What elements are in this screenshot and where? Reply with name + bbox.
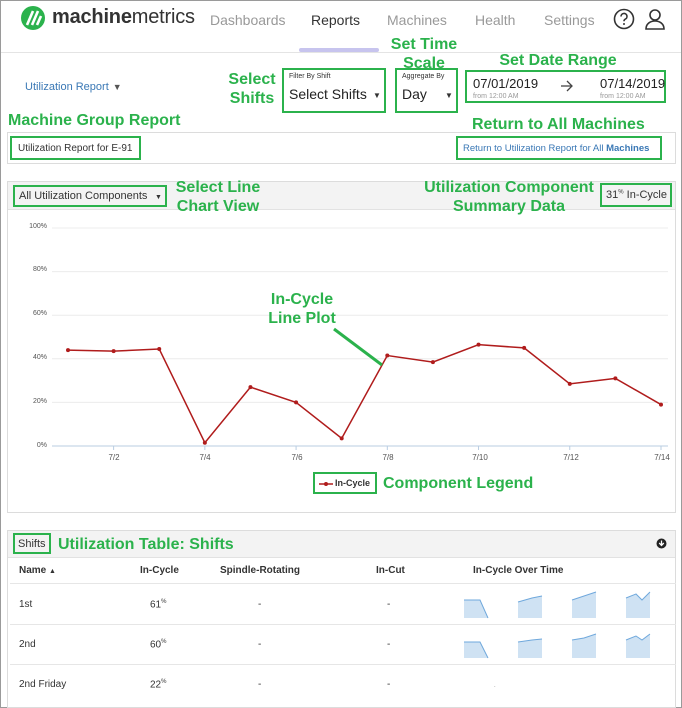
percent-sign: % [161, 599, 167, 605]
row-spindle: - [258, 679, 262, 690]
data-point[interactable] [294, 400, 299, 405]
row-spindle: - [258, 599, 262, 610]
column-header-in-cut[interactable]: In-Cut [376, 565, 405, 576]
table-divider [10, 624, 676, 625]
data-point[interactable] [248, 385, 253, 390]
in-cycle-value: 60 [150, 639, 162, 651]
download-icon[interactable] [656, 538, 667, 549]
row-in-cut: - [387, 599, 391, 610]
name-header-label: Name [19, 565, 47, 576]
sort-ascending-icon: ▲ [49, 568, 56, 575]
row-in-cycle: 61% [150, 599, 166, 610]
column-header-in-cycle[interactable]: In-Cycle [140, 565, 179, 576]
data-point[interactable] [567, 381, 572, 386]
column-header-name[interactable]: Name ▲ [19, 565, 56, 576]
callout-pointer [333, 327, 383, 367]
sparkline-chart: . [494, 683, 496, 689]
shifts-button-label: Shifts [18, 538, 46, 550]
data-point[interactable] [613, 376, 618, 381]
data-point[interactable] [157, 346, 162, 351]
in-cycle-value: 22 [150, 679, 162, 691]
callout-component-legend: Component Legend [383, 475, 534, 492]
data-point[interactable] [522, 345, 527, 350]
callout-in-cycle-plot: In-Cycle Line Plot [262, 290, 342, 328]
percent-sign: % [161, 639, 167, 645]
data-point[interactable] [202, 440, 207, 445]
row-in-cut: - [387, 679, 391, 690]
callout-plot-line1: In-Cycle [270, 291, 334, 308]
sparkline-chart [464, 633, 651, 659]
in-cycle-value: 61 [150, 599, 162, 611]
percent-sign: % [161, 679, 167, 685]
data-point[interactable] [430, 360, 435, 365]
row-spindle: - [258, 639, 262, 650]
callout-utilization-table: Utilization Table: Shifts [58, 536, 234, 553]
column-header-spindle-rotating[interactable]: Spindle-Rotating [220, 565, 300, 576]
data-point[interactable] [659, 402, 663, 407]
chart-legend[interactable]: In-Cycle [313, 472, 377, 494]
data-point[interactable] [476, 342, 481, 347]
row-name: 2nd Friday [19, 679, 67, 690]
data-point[interactable] [339, 436, 344, 441]
table-divider [10, 583, 676, 584]
row-in-cycle: 60% [150, 639, 166, 650]
row-in-cut: - [387, 639, 391, 650]
group-by-shifts-button[interactable]: Shifts [13, 533, 51, 554]
legend-line-marker [319, 482, 333, 486]
table-divider [10, 664, 676, 665]
sparkline-chart [464, 591, 651, 619]
column-header-in-cycle-over-time: In-Cycle Over Time [473, 565, 564, 576]
row-name: 2nd [19, 639, 36, 650]
data-point[interactable] [111, 349, 116, 354]
legend-label: In-Cycle [335, 478, 371, 488]
row-name: 1st [19, 599, 33, 610]
data-point[interactable] [66, 348, 70, 353]
row-in-cycle: 22% [150, 679, 166, 690]
